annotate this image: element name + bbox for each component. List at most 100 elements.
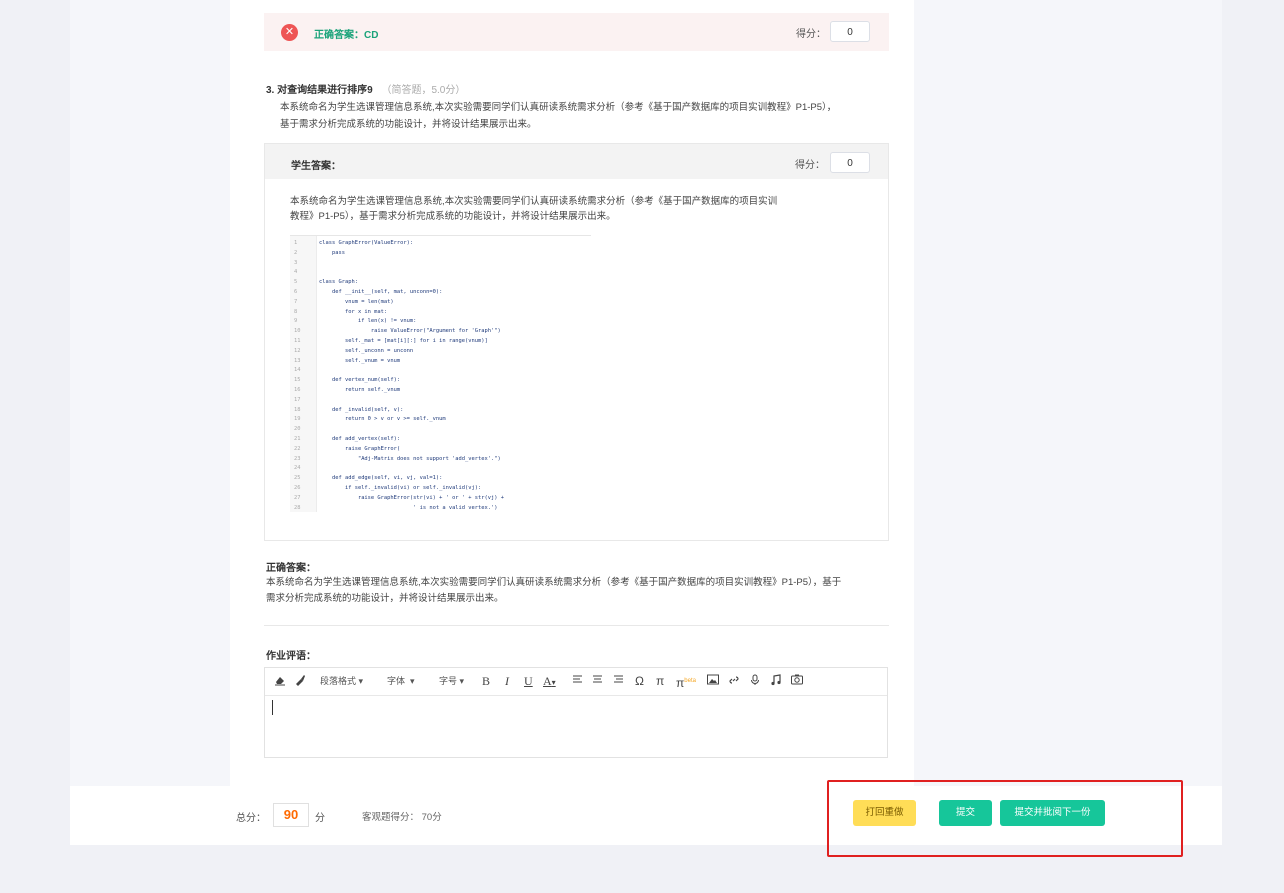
- code-line-text: ' is not a valid vertex.'): [319, 504, 498, 511]
- code-line-number: 13: [294, 357, 301, 364]
- code-line-number: 20: [294, 426, 301, 433]
- eraser-icon[interactable]: [274, 674, 286, 688]
- font-size-label: 字号: [439, 676, 458, 686]
- code-line-number: 9: [294, 318, 298, 325]
- font-dropdown[interactable]: 字体 ▾: [387, 674, 415, 688]
- code-line-number: 28: [294, 504, 301, 511]
- pi-formula-button[interactable]: π: [656, 674, 664, 688]
- code-line-text: raise GraphError(: [319, 445, 401, 452]
- code-line-text: class Graph:: [319, 279, 358, 286]
- code-line: 2 pass: [290, 249, 591, 259]
- code-line: 9 if len(x) != vnum:: [290, 317, 591, 327]
- code-line-number: 25: [294, 475, 301, 482]
- score-label: 得分：: [796, 29, 826, 40]
- student-answer-text: 本系统命名为学生选课管理信息系统,本次实验需要同学们认真研读系统需求分析（参考《…: [290, 194, 820, 224]
- question-number: 3.: [266, 85, 275, 96]
- code-line: 18 def _invalid(self, v):: [290, 406, 591, 416]
- code-line: 5 class Graph:: [290, 278, 591, 288]
- question-body-line: 基于需求分析完成系统的功能设计，并将设计结果展示出来。: [280, 119, 537, 130]
- code-line-text: vnum = len(mat): [319, 298, 394, 305]
- font-label: 字体: [387, 676, 406, 686]
- code-line-text: def __init__(self, mat, unconn=0):: [319, 289, 443, 295]
- code-line: 10 raise ValueError("Argument for 'Graph…: [290, 327, 591, 337]
- question-body: 本系统命名为学生选课管理信息系统,本次实验需要同学们认真研读系统需求分析（参考《…: [280, 99, 888, 133]
- student-answer-line: 本系统命名为学生选课管理信息系统,本次实验需要同学们认真研读系统需求分析（参考《…: [290, 196, 778, 207]
- text-caret: [272, 700, 273, 715]
- score-label: 得分：: [795, 160, 825, 171]
- code-line: 19 return 0 > v or v >= self._vnum: [290, 415, 591, 425]
- code-line-text: raise GraphError(str(vi) + ' or ' + str(…: [319, 494, 504, 501]
- code-line-text: self._unconn = unconn: [319, 347, 414, 354]
- code-line-number: 5: [294, 279, 298, 286]
- code-line: 22 raise GraphError(: [290, 445, 591, 455]
- code-line-text: for x in mat:: [319, 308, 388, 315]
- italic-button[interactable]: I: [505, 674, 509, 688]
- image-icon[interactable]: [707, 674, 719, 688]
- code-screenshot-image: 1 class GraphError(ValueError): 2 pass 3 4 5 c…: [290, 235, 591, 512]
- code-line: 23 "Adj-Matrix does not support 'add_ver…: [290, 455, 591, 465]
- code-line-text: return self._vnum: [319, 387, 401, 393]
- code-line: 24: [290, 464, 591, 474]
- student-answer-box: 学生答案： 得分： 0 本系统命名为学生选课管理信息系统,本次实验需要同学们认真…: [264, 143, 889, 541]
- code-line-number: 24: [294, 465, 301, 472]
- code-line-number: 8: [294, 308, 298, 315]
- underline-button[interactable]: U: [524, 674, 533, 688]
- code-line-number: 18: [294, 406, 301, 413]
- code-line-number: 17: [294, 396, 301, 403]
- code-line-number: 3: [294, 259, 298, 266]
- code-line-text: def vertex_num(self):: [319, 377, 401, 384]
- camera-icon[interactable]: [791, 674, 803, 688]
- code-line-number: 4: [294, 269, 298, 276]
- highlight-box: [827, 780, 1183, 857]
- align-left-icon[interactable]: [572, 674, 583, 688]
- code-line: 4: [290, 268, 591, 278]
- music-icon[interactable]: [770, 674, 781, 688]
- format-painter-icon[interactable]: [294, 674, 306, 688]
- correct-answer-text: 正确答案：CD: [314, 30, 379, 41]
- omega-symbol-button[interactable]: Ω: [635, 674, 644, 688]
- code-line-text: raise ValueError("Argument for 'Graph'"): [319, 328, 501, 335]
- code-line-number: 19: [294, 416, 301, 423]
- link-icon[interactable]: [728, 674, 740, 688]
- code-line: 12 self._unconn = unconn: [290, 347, 591, 357]
- question-body-line: 本系统命名为学生选课管理信息系统,本次实验需要同学们认真研读系统需求分析（参考《…: [280, 102, 837, 113]
- code-line: 27 raise GraphError(str(vi) + ' or ' + s…: [290, 494, 591, 504]
- code-line-number: 26: [294, 485, 301, 491]
- code-line: 17: [290, 396, 591, 406]
- code-line-number: 27: [294, 494, 301, 501]
- code-line-number: 1: [294, 240, 298, 246]
- code-line-number: 6: [294, 289, 298, 295]
- code-line: 14: [290, 366, 591, 376]
- score-input[interactable]: 0: [830, 21, 870, 42]
- code-line-number: 22: [294, 445, 301, 452]
- correct-answer-body: 本系统命名为学生选课管理信息系统,本次实验需要同学们认真研读系统需求分析（参考《…: [266, 575, 892, 607]
- pi-beta-formula-button[interactable]: πbeta: [676, 674, 696, 690]
- code-line: 28 ' is not a valid vertex.'): [290, 504, 591, 512]
- comment-editor[interactable]: 段落格式 ▾ 字体 ▾ 字号 ▾ B I U A▾ Ω π πbeta: [264, 667, 888, 758]
- total-score-input[interactable]: 90: [273, 803, 309, 827]
- code-line: 1 class GraphError(ValueError):: [290, 239, 591, 249]
- score-input[interactable]: 0: [830, 152, 870, 173]
- editor-toolbar: 段落格式 ▾ 字体 ▾ 字号 ▾ B I U A▾ Ω π πbeta: [265, 668, 887, 696]
- font-color-button[interactable]: A▾: [543, 674, 556, 688]
- font-size-dropdown[interactable]: 字号 ▾: [439, 674, 464, 688]
- code-line: 25 def add_edge(self, vi, vj, val=1):: [290, 474, 591, 484]
- student-answer-label: 学生答案：: [291, 161, 341, 172]
- bold-button[interactable]: B: [482, 674, 490, 688]
- code-line: 20: [290, 425, 591, 435]
- correct-answer-line: 本系统命名为学生选课管理信息系统,本次实验需要同学们认真研读系统需求分析（参考《…: [266, 577, 842, 588]
- code-line-number: 15: [294, 377, 301, 384]
- code-line-number: 10: [294, 328, 301, 335]
- code-line-text: if len(x) != vnum:: [319, 318, 417, 325]
- objective-score-text: 客观题得分： 70分: [362, 812, 442, 823]
- code-line: 13 self._vnum = vnum: [290, 357, 591, 367]
- paragraph-format-label: 段落格式: [320, 676, 357, 686]
- align-right-icon[interactable]: [613, 674, 624, 688]
- code-line-text: pass: [319, 249, 345, 256]
- code-line: 15 def vertex_num(self):: [290, 376, 591, 386]
- microphone-icon[interactable]: [750, 674, 760, 688]
- align-center-icon[interactable]: [592, 674, 603, 688]
- paragraph-format-dropdown[interactable]: 段落格式 ▾: [320, 674, 363, 688]
- question-title-text: 对查询结果进行排序9: [277, 85, 373, 96]
- answer-result-bar: ✕ 正确答案：CD 得分： 0: [264, 13, 889, 51]
